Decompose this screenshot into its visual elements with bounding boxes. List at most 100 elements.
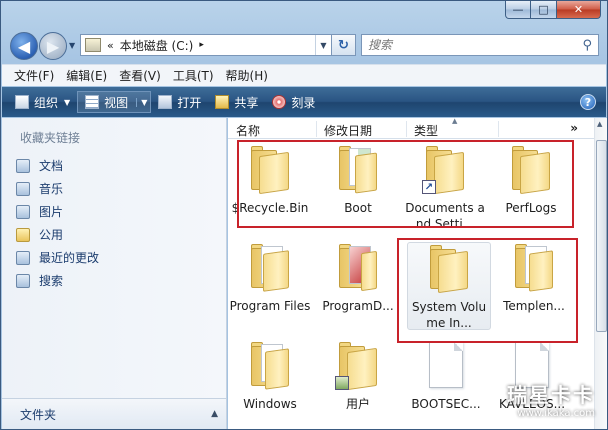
file-item[interactable]: BOOTSEC... [404, 340, 488, 412]
file-name: ProgramD... [322, 299, 394, 313]
file-item[interactable]: Program Files [228, 242, 312, 314]
column-divider[interactable] [498, 121, 499, 137]
search-box[interactable]: ⚲ [361, 34, 599, 56]
share-icon [215, 95, 230, 109]
file-name: Windows [243, 397, 297, 411]
folder-icon [16, 227, 30, 242]
search-input[interactable] [368, 38, 568, 52]
sidebar-item-label: 公用 [39, 228, 64, 242]
sidebar-item-documents[interactable]: 文档 [16, 154, 99, 177]
address-bar[interactable]: « 本地磁盘 (C:) ▸ ▼ [80, 34, 332, 56]
scrollbar-thumb[interactable] [596, 140, 607, 332]
sidebar-item-label: 音乐 [39, 182, 64, 196]
pictures-icon [16, 204, 30, 219]
scroll-up-arrow-icon[interactable]: ▲ [597, 120, 602, 128]
favorite-links-list: 文档 音乐 图片 公用 最近的更改 搜索 [16, 154, 99, 292]
address-overflow-chevron[interactable]: « [107, 39, 114, 52]
file-name: 用户 [345, 397, 370, 411]
minimize-button[interactable]: — [505, 1, 531, 19]
more-columns-chevron[interactable]: » [570, 121, 578, 135]
recent-pages-dropdown[interactable]: ▼ [69, 41, 75, 50]
highlight-box [397, 238, 578, 343]
column-divider[interactable] [316, 121, 317, 137]
sidebar-item-recent[interactable]: 最近的更改 [16, 246, 99, 269]
drive-icon [85, 38, 101, 52]
menu-edit[interactable]: 编辑(E) [60, 67, 113, 84]
folder-icon [247, 340, 293, 390]
folder-icon [335, 242, 381, 292]
menu-file[interactable]: 文件(F) [8, 67, 60, 84]
maximize-button[interactable]: □ [531, 1, 557, 19]
sidebar-item-label: 图片 [39, 205, 64, 219]
highlight-box [237, 140, 574, 228]
music-icon [16, 181, 30, 196]
file-name: BOOTSEC... [411, 397, 481, 411]
address-segment[interactable]: 本地磁盘 (C:) [120, 37, 194, 54]
forward-arrow-icon: ▶ [46, 36, 60, 56]
caption-buttons: — □ ✕ [505, 1, 601, 19]
file-icon [429, 342, 463, 388]
sidebar-item-music[interactable]: 音乐 [16, 177, 99, 200]
back-button[interactable]: ◀ [10, 32, 38, 60]
vertical-scrollbar[interactable]: ▲ [594, 118, 607, 429]
help-button[interactable]: ? [580, 94, 596, 110]
command-bar: 组织 ▼ 视图 ▼ 打开 共享 刻录 ? [2, 87, 606, 117]
burn-disc-icon [272, 95, 287, 109]
sidebar-item-public[interactable]: 公用 [16, 223, 99, 246]
organize-label: 组织 [34, 95, 59, 110]
sidebar-item-searches[interactable]: 搜索 [16, 269, 99, 292]
open-icon [158, 95, 173, 109]
refresh-button[interactable]: ↻ [332, 34, 356, 56]
favorite-links-header: 收藏夹链接 [20, 131, 81, 145]
share-button[interactable]: 共享 [208, 91, 265, 113]
address-dropdown-button[interactable]: ▼ [315, 35, 331, 55]
menu-tools[interactable]: 工具(T) [167, 67, 220, 84]
close-button[interactable]: ✕ [557, 1, 601, 19]
search-folder-icon [16, 273, 30, 288]
open-button[interactable]: 打开 [151, 91, 208, 113]
column-date-modified[interactable]: 修改日期 [324, 122, 372, 139]
file-name: Program Files [229, 299, 311, 313]
open-label: 打开 [177, 95, 202, 110]
sort-arrow-icon: ▲ [452, 118, 458, 125]
address-segment-arrow[interactable]: ▸ [199, 40, 204, 50]
burn-label: 刻录 [291, 95, 316, 110]
watermark-url: www.ikaka.com [517, 408, 595, 419]
documents-icon [16, 158, 30, 173]
back-arrow-icon: ◀ [17, 36, 31, 56]
file-item[interactable]: 用户 [316, 340, 400, 412]
folder-icon [247, 242, 293, 292]
sidebar-item-label: 最近的更改 [39, 251, 100, 265]
menu-bar: 文件(F) 编辑(E) 查看(V) 工具(T) 帮助(H) [2, 64, 606, 86]
watermark-title: 瑞星卡卡 [507, 383, 595, 407]
organize-button[interactable]: 组织 ▼ [8, 91, 77, 113]
search-icon[interactable]: ⚲ [582, 38, 592, 53]
recent-changes-icon [16, 250, 30, 265]
chevron-down-icon[interactable]: ▼ [136, 97, 147, 107]
sidebar-item-pictures[interactable]: 图片 [16, 200, 99, 223]
column-type[interactable]: 类型 [414, 122, 438, 139]
column-name[interactable]: 名称 [236, 122, 260, 139]
views-icon [85, 95, 100, 109]
column-divider[interactable] [406, 121, 407, 137]
file-item[interactable]: ProgramD... [316, 242, 400, 314]
users-folder-icon [335, 340, 381, 391]
refresh-icon: ↻ [338, 37, 349, 53]
sidebar-item-label: 搜索 [39, 274, 64, 288]
folders-toggle[interactable]: 文件夹 ▲ [2, 398, 226, 429]
views-label: 视图 [104, 95, 129, 110]
share-label: 共享 [234, 95, 259, 110]
burn-button[interactable]: 刻录 [265, 91, 322, 113]
watermark: 瑞星卡卡 www.ikaka.com [507, 379, 595, 419]
organize-icon [15, 95, 29, 109]
menu-help[interactable]: 帮助(H) [220, 67, 274, 84]
column-headers: 名称 修改日期 类型 ▲ » [228, 118, 594, 139]
users-badge-icon [335, 376, 349, 390]
folders-label: 文件夹 [20, 407, 57, 422]
views-button[interactable]: 视图 ▼ [77, 91, 152, 113]
forward-button[interactable]: ▶ [39, 32, 67, 60]
file-item[interactable]: Windows [228, 340, 312, 412]
chevron-up-icon: ▲ [211, 409, 218, 419]
menu-view[interactable]: 查看(V) [113, 67, 167, 84]
navigation-pane: 收藏夹链接 文档 音乐 图片 公用 最近的更改 搜索 文件夹 ▲ [2, 118, 227, 429]
